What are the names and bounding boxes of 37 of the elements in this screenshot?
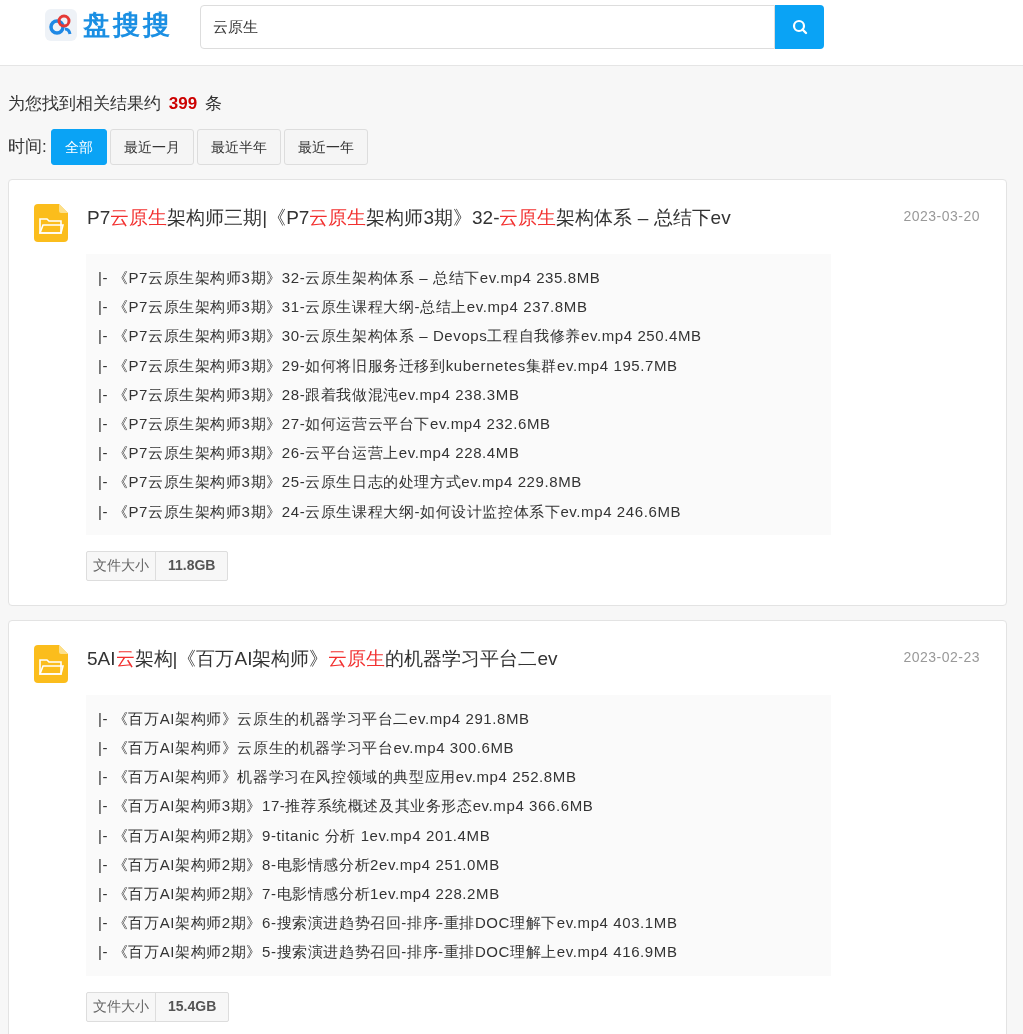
folder-icon xyxy=(34,204,68,242)
search-button[interactable] xyxy=(775,5,824,49)
result-title[interactable]: P7云原生架构师三期|《P7云原生架构师3期》32-云原生架构体系 – 总结下ev xyxy=(87,205,904,231)
file-entry: |- 《百万AI架构师》机器学习在风控领域的典型应用ev.mp4 252.8MB xyxy=(98,767,578,788)
file-entry: |- 《百万AI架构师》云原生的机器学习平台ev.mp4 300.6MB xyxy=(98,738,516,759)
file-entry: |- 《P7云原生架构师3期》28-跟着我做混沌ev.mp4 238.3MB xyxy=(98,384,521,405)
result-date: 2023-03-20 xyxy=(903,207,980,226)
file-entry: |- 《百万AI架构师2期》8-电影情感分析2ev.mp4 251.0MB xyxy=(98,854,501,875)
file-entry: |- 《P7云原生架构师3期》31-云原生课程大纲-总结上ev.mp4 237.8MB xyxy=(98,297,589,318)
file-entry: |- 《百万AI架构师3期》17-推荐系统概述及其业务形态ev.mp4 366.6MB xyxy=(98,796,595,817)
file-entry: |- 《百万AI架构师2期》6-搜索演进趋势召回-排序-重排DOC理解下ev.mp4 403.1MB xyxy=(98,913,679,934)
file-entry: |- 《百万AI架构师2期》7-电影情感分析1ev.mp4 228.2MB xyxy=(98,884,501,905)
file-entry: |- 《P7云原生架构师3期》27-如何运营云平台下ev.mp4 232.6MB xyxy=(98,414,552,434)
file-entry: |- 《P7云原生架构师3期》32-云原生架构体系 – 总结下ev.mp4 235.8MB xyxy=(98,268,602,288)
file-entry: |- 《P7云原生架构师3期》26-云平台运营上ev.mp4 228.4MB xyxy=(98,443,521,464)
time-filter-tab[interactable]: 最近一月 xyxy=(109,129,194,165)
logo-icon xyxy=(45,9,77,41)
file-entry: |- 《百万AI架构师2期》9-titanic 分析 1ev.mp4 201.4MB xyxy=(98,825,492,846)
size-value: 15.4GB xyxy=(167,997,218,1017)
folder-icon xyxy=(34,644,68,683)
result-date: 2023-02-23 xyxy=(903,647,980,667)
size-label: 文件大小 xyxy=(87,551,156,580)
search-icon xyxy=(791,19,808,35)
file-entry: |- 《百万AI架构师2期》5-搜索演进趋势召回-排序-重排DOC理解上ev.mp4 416.9MB xyxy=(98,942,679,963)
file-entry: |- 《P7云原生架构师3期》24-云原生课程大纲-如何设计监控体系下ev.mp4 246.6MB xyxy=(98,501,683,522)
result-title[interactable]: 5AI云架构|《百万AI架构师》云原生的机器学习平台二ev xyxy=(87,645,904,672)
file-entry: |- 《P7云原生架构师3期》25-云原生日志的处理方式ev.mp4 229.8MB xyxy=(98,472,583,493)
file-entry: |- 《百万AI架构师》云原生的机器学习平台二ev.mp4 291.8MB xyxy=(98,708,531,729)
size-label: 文件大小 xyxy=(87,992,156,1021)
file-entry: |- 《P7云原生架构师3期》29-如何将旧服务迁移到kubernetes集群ev.mp4 195.7MB xyxy=(98,355,679,376)
size-value: 11.8GB xyxy=(167,556,217,576)
time-filter-tab[interactable]: 最近一年 xyxy=(283,129,368,165)
time-label: 时间: xyxy=(8,136,47,159)
time-filter-tab[interactable]: 最近半年 xyxy=(196,129,281,165)
result-count-text: 为您找到相关结果约 399 条 xyxy=(8,93,223,115)
search-field[interactable]: 云原生 xyxy=(200,5,775,49)
file-entry: |- 《P7云原生架构师3期》30-云原生架构体系 – Devops工程自我修养ev.mp4 250.4MB xyxy=(98,326,703,347)
